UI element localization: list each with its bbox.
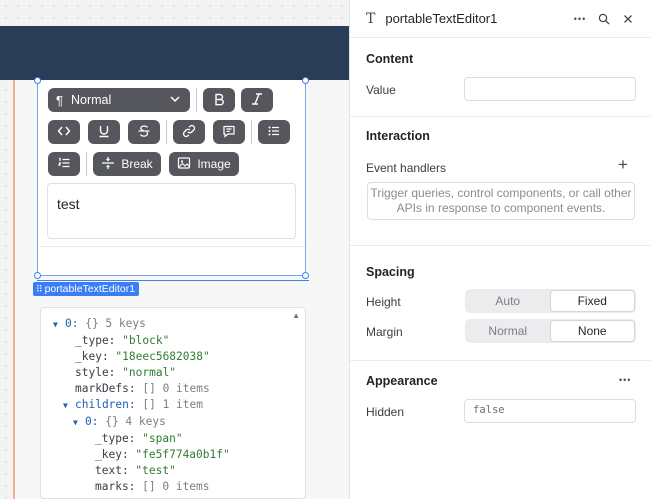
json-tree-row: _key: "fe5f774a0b1f" (53, 447, 230, 463)
hidden-input[interactable]: false (464, 399, 636, 423)
json-token: _key: (75, 350, 109, 363)
interaction-section-title: Interaction (366, 129, 430, 143)
json-tree-row: _key: "18eec5682038" (53, 349, 230, 365)
json-token: 0: (85, 415, 99, 428)
json-tree-row[interactable]: ▼ 0: {} 5 keys (53, 316, 230, 333)
margin-segmented-control: Normal None (465, 319, 636, 343)
json-token: _type: (95, 432, 136, 445)
json-tree-row[interactable]: ▼ 0: {} 4 keys (53, 414, 230, 431)
drag-handle-icon[interactable]: ⠿ (36, 284, 43, 295)
json-token: marks: (95, 480, 136, 493)
json-token: {} 4 keys (98, 415, 166, 428)
json-viewer[interactable]: ▲ ▼ 0: {} 5 keys _type: "block" _key: "18ee… (40, 307, 306, 499)
selection-frame (37, 80, 306, 276)
json-token: text: (95, 464, 129, 477)
event-handlers-empty-state: Trigger queries, control components, or … (367, 182, 635, 220)
expand-arrow-icon[interactable]: ▼ (53, 317, 65, 333)
value-label: Value (366, 83, 396, 97)
height-option-auto[interactable]: Auto (466, 290, 550, 312)
json-tree-row: _type: "span" (53, 431, 230, 447)
json-token: "block" (115, 334, 170, 347)
event-handlers-label: Event handlers (366, 161, 447, 175)
json-token: markDefs: (75, 382, 136, 395)
inspector-title[interactable]: portableTextEditor1 (385, 11, 567, 26)
close-icon[interactable] (617, 8, 639, 30)
json-token: _type: (75, 334, 116, 347)
json-token: 0: (65, 317, 79, 330)
json-token: _key: (95, 448, 129, 461)
margin-label: Margin (366, 325, 403, 339)
json-token: [] 1 item (135, 398, 203, 411)
search-icon[interactable] (593, 8, 615, 30)
text-component-icon: T (366, 10, 376, 27)
margin-option-normal[interactable]: Normal (466, 320, 550, 342)
json-tree-row: marks: [] 0 items (53, 479, 230, 495)
inspector-header: T portableTextEditor1 ••• (350, 0, 651, 38)
json-tree-row[interactable]: ▼ children: [] 1 item (53, 397, 230, 414)
scroll-up-arrow-icon[interactable]: ▲ (292, 311, 300, 320)
selection-baseline (37, 280, 309, 281)
inspector-panel: T portableTextEditor1 ••• Content Value … (349, 0, 651, 499)
height-label: Height (366, 295, 401, 309)
component-name: portableTextEditor1 (44, 283, 136, 295)
add-event-handler-icon[interactable]: + (618, 155, 628, 175)
resize-handle-top-left[interactable] (34, 77, 41, 84)
json-tree-row: _type: "block" (53, 333, 230, 349)
app-header-bar (0, 26, 349, 80)
resize-handle-bottom-left[interactable] (34, 272, 41, 279)
json-token: children: (75, 398, 136, 411)
more-options-icon[interactable]: ••• (569, 8, 591, 30)
json-token: [] 0 items (135, 480, 210, 493)
page-margin-guide (13, 80, 15, 499)
spacing-section: Spacing Height Auto Fixed Margin Normal … (350, 246, 651, 361)
json-token: "fe5f774a0b1f" (128, 448, 230, 461)
json-token: {} 5 keys (78, 317, 146, 330)
resize-handle-top-right[interactable] (302, 77, 309, 84)
hidden-label: Hidden (366, 405, 405, 419)
json-token: "test" (128, 464, 176, 477)
component-name-tag[interactable]: ⠿ portableTextEditor1 (33, 282, 140, 296)
resize-handle-bottom-right[interactable] (302, 272, 309, 279)
json-token: style: (75, 366, 116, 379)
json-token: "18eec5682038" (108, 350, 210, 363)
appearance-more-icon[interactable]: ••• (619, 375, 631, 385)
json-token: "span" (135, 432, 183, 445)
expand-arrow-icon[interactable]: ▼ (73, 415, 85, 431)
json-tree-row: markDefs: [] 0 items (53, 381, 230, 397)
content-section: Content Value (350, 38, 651, 117)
expand-arrow-icon[interactable]: ▼ (63, 398, 75, 414)
appearance-section: Appearance ••• Hidden false (350, 361, 651, 461)
json-tree-row: style: "normal" (53, 365, 230, 381)
app-canvas: ¶ Normal Break Image test ⠿ portableText… (0, 0, 349, 499)
height-option-fixed[interactable]: Fixed (549, 290, 635, 312)
json-tree-row: text: "test" (53, 463, 230, 479)
json-tree: ▼ 0: {} 5 keys _type: "block" _key: "18eec5… (53, 316, 230, 495)
appearance-section-title: Appearance (366, 374, 438, 388)
content-section-title: Content (366, 52, 414, 66)
value-input[interactable] (464, 77, 636, 101)
json-token: "normal" (115, 366, 177, 379)
height-segmented-control: Auto Fixed (465, 289, 636, 313)
spacing-section-title: Spacing (366, 265, 415, 279)
margin-option-none[interactable]: None (549, 320, 635, 342)
json-token: [] 0 items (135, 382, 210, 395)
